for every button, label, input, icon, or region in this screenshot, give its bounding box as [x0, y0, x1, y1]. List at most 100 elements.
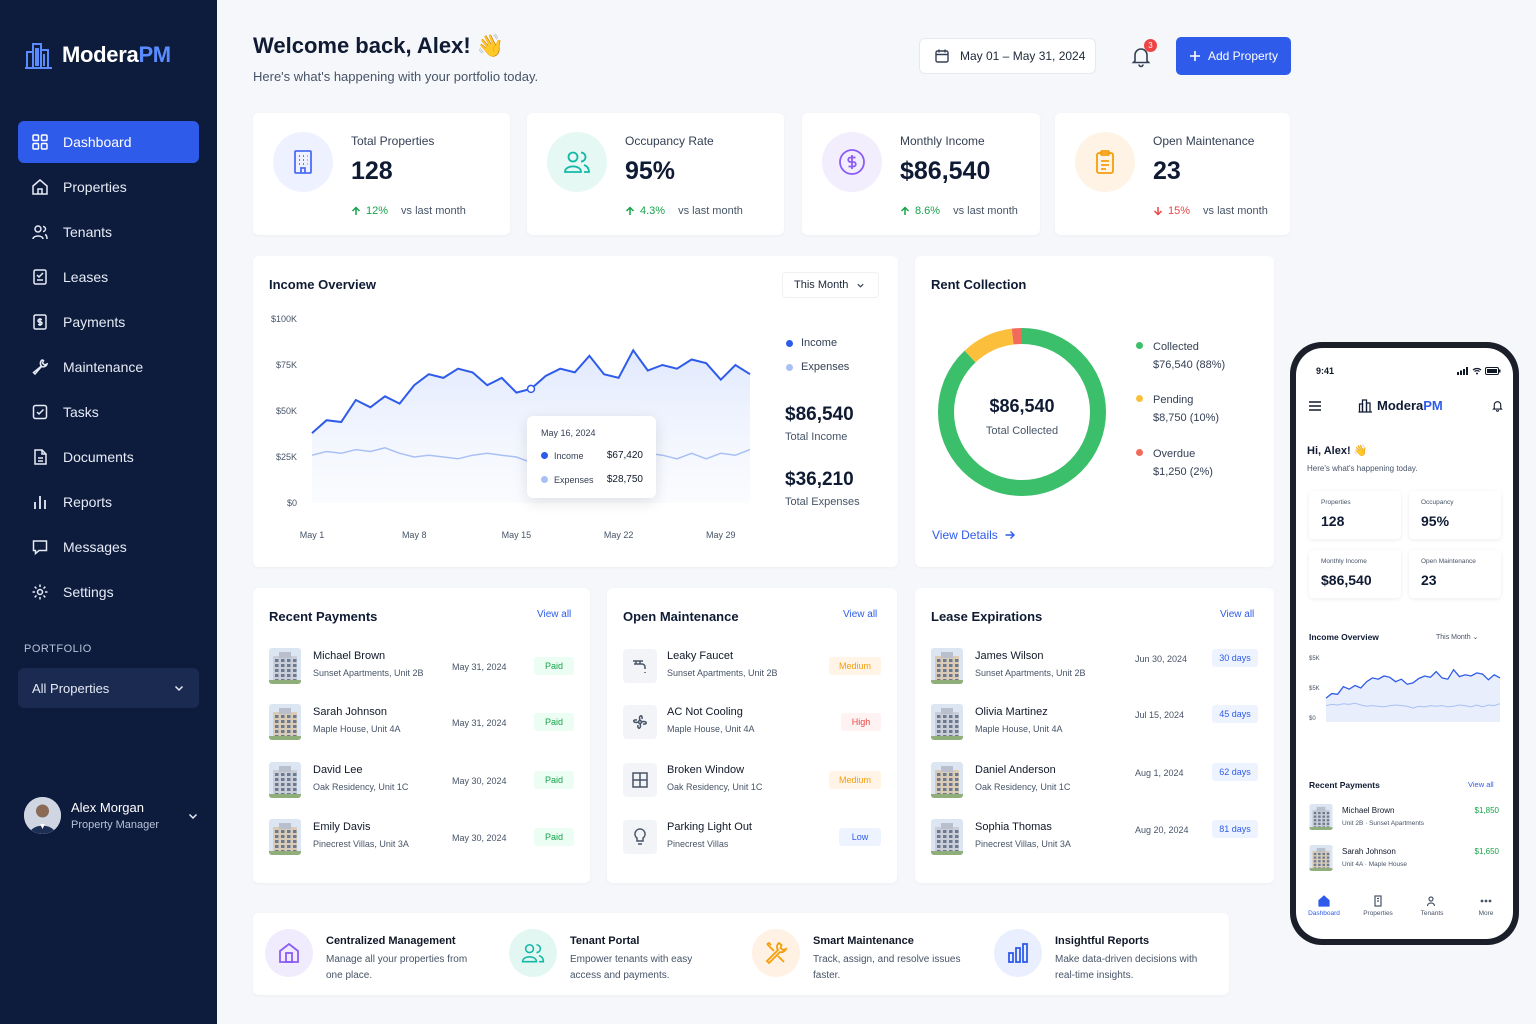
payment-row[interactable]: David Lee Oak Residency, Unit 1C May 30, 2… [269, 762, 574, 802]
stat-card-total-properties[interactable]: Total Properties 128 12% vs last month [253, 113, 510, 235]
priority-badge: High [841, 713, 881, 731]
stat-card-monthly-income[interactable]: Monthly Income $86,540 8.6% vs last mont… [802, 113, 1040, 235]
mobile-status-icons [1457, 367, 1501, 375]
view-details-link[interactable]: View Details [932, 528, 1016, 542]
payment-row[interactable]: Michael Brown Sunset Apartments, Unit 2B M… [269, 648, 574, 688]
payment-date: May 30, 2024 [452, 776, 507, 786]
lease-row[interactable]: Daniel Anderson Oak Residency, Unit 1C Aug… [931, 762, 1258, 802]
highlight-point[interactable] [526, 384, 536, 394]
mobile-stat-maintenance[interactable]: Open Maintenance 23 [1409, 550, 1501, 598]
mobile-tab-more[interactable]: More [1464, 895, 1508, 917]
sidebar-item-leases[interactable]: Leases [18, 256, 199, 298]
legend-dot [1136, 395, 1143, 402]
mobile-preview: 9:41 ModeraPM Hi, Alex! 👋 Here's what's … [1290, 342, 1519, 945]
payment-date: May 30, 2024 [452, 833, 507, 843]
building-logo-icon [25, 43, 52, 69]
sidebar-item-settings[interactable]: Settings [18, 571, 199, 613]
bell-icon[interactable] [1491, 399, 1504, 412]
date-range-picker[interactable]: May 01 – May 31, 2024 [919, 38, 1096, 74]
stat-trend: 4.3% vs last month [625, 205, 743, 217]
stat-vs-label: vs last month [678, 205, 743, 217]
lease-end-date: Jul 15, 2024 [1135, 710, 1185, 720]
feature-icon-bg [752, 929, 800, 977]
mobile-stat-properties[interactable]: Properties 128 [1309, 491, 1401, 539]
mobile-income-area [1326, 669, 1500, 722]
arrow-down-icon [1153, 207, 1163, 216]
sidebar-item-label: Maintenance [63, 359, 144, 375]
sidebar-item-tasks[interactable]: Tasks [18, 391, 199, 433]
portfolio-select[interactable]: All Properties [18, 668, 199, 708]
page-title: Welcome back, Alex! 👋 [253, 33, 505, 58]
mobile-period-select[interactable]: This Month ⌄ [1436, 633, 1478, 641]
property-thumbnail [269, 648, 301, 684]
mobile-payment-row[interactable]: Michael Brown Unit 2B · Sunset Apartments… [1309, 804, 1499, 832]
sidebar-item-messages[interactable]: Messages [18, 526, 199, 568]
stat-card-open-maintenance[interactable]: Open Maintenance 23 15% vs last month [1055, 113, 1290, 235]
user-profile[interactable]: Alex Morgan Property Manager [24, 797, 199, 834]
dollar-circle-icon [839, 149, 865, 175]
mobile-income-title: Income Overview [1309, 632, 1379, 642]
view-all-link[interactable]: View all [537, 609, 571, 620]
lease-row[interactable]: James Wilson Sunset Apartments, Unit 2B Ju… [931, 648, 1258, 688]
stat-label: Total Properties [351, 134, 435, 148]
maintenance-row[interactable]: Broken Window Oak Residency, Unit 1C Mediu… [623, 762, 881, 802]
lease-row[interactable]: Sophia Thomas Pinecrest Villas, Unit 3A Au… [931, 819, 1258, 859]
mobile-payment-row[interactable]: Sarah Johnson Unit 4A · Maple House $1,650 [1309, 845, 1499, 873]
fan-icon [633, 715, 647, 729]
mobile-stat-occupancy[interactable]: Occupancy 95% [1409, 491, 1501, 539]
view-all-link[interactable]: View all [1220, 609, 1254, 620]
sidebar-item-maintenance[interactable]: Maintenance [18, 346, 199, 388]
view-details-label: View Details [932, 528, 998, 542]
payment-row[interactable]: Emily Davis Pinecrest Villas, Unit 3A May … [269, 819, 574, 859]
payment-row[interactable]: Sarah Johnson Maple House, Unit 4A May 31,… [269, 704, 574, 744]
income-chart: $100K $75K $50K $25K $0 May 1 May 8 May 15 May 2… [271, 314, 751, 540]
add-property-button[interactable]: Add Property [1176, 37, 1291, 75]
signal-icon [1457, 367, 1468, 375]
property-thumbnail [1309, 804, 1333, 830]
mobile-tab-dashboard[interactable]: Dashboard [1302, 895, 1346, 917]
total-expenses-label: Total Expenses [785, 496, 860, 508]
stat-trend: 8.6% vs last month [900, 205, 1018, 217]
mobile-stat-value: 23 [1421, 572, 1437, 588]
mobile-view-all-link[interactable]: View all [1468, 780, 1494, 789]
tools-icon [765, 941, 788, 965]
stat-card-occupancy-rate[interactable]: Occupancy Rate 95% 4.3% vs last month [527, 113, 784, 235]
building-icon [294, 150, 312, 174]
tooltip-income-row: Income $67,420 [541, 450, 643, 461]
property-thumbnail [1309, 845, 1333, 871]
mobile-tab-label: Tenants [1420, 910, 1444, 917]
mobile-y-tick: $5K [1309, 656, 1320, 662]
feature-desc: Make data-driven decisions with real-tim… [1055, 954, 1198, 981]
sidebar-item-label: Leases [63, 269, 109, 285]
sidebar-item-properties[interactable]: Properties [18, 166, 199, 208]
sidebar-item-tenants[interactable]: Tenants [18, 211, 199, 253]
sidebar-item-documents[interactable]: Documents [18, 436, 199, 478]
period-value: This Month [794, 279, 849, 291]
sidebar: ModeraPM Dashboard Properties Tenants Le… [0, 0, 217, 1024]
view-all-link[interactable]: View all [843, 609, 877, 620]
donut-center: $86,540 Total Collected [937, 396, 1107, 437]
mobile-stat-income[interactable]: Monthly Income $86,540 [1309, 550, 1401, 598]
mobile-tab-properties[interactable]: Properties [1356, 895, 1400, 917]
maintenance-location: Pinecrest Villas [667, 839, 729, 849]
sidebar-item-label: Properties [63, 179, 127, 195]
sidebar-item-payments[interactable]: Payments [18, 301, 199, 343]
sidebar-item-dashboard[interactable]: Dashboard [18, 121, 199, 163]
maintenance-row[interactable]: Parking Light Out Pinecrest Villas Low [623, 819, 881, 859]
property-thumbnail [931, 648, 963, 684]
mobile-tab-tenants[interactable]: Tenants [1410, 895, 1454, 917]
brand-logo[interactable]: ModeraPM [24, 40, 171, 70]
period-select[interactable]: This Month [782, 272, 879, 298]
user-name: Alex Morgan [71, 800, 144, 815]
sidebar-item-reports[interactable]: Reports [18, 481, 199, 523]
rc-legend-collected: Collected $76,540 (88%) [1136, 338, 1225, 374]
lease-row[interactable]: Olivia Martinez Maple House, Unit 4A Jul 1… [931, 704, 1258, 744]
feature-desc: Manage all your properties from one plac… [326, 954, 468, 981]
menu-icon[interactable] [1308, 400, 1322, 412]
stat-value: 23 [1153, 157, 1181, 185]
thumb-wrap [931, 762, 963, 798]
maintenance-row[interactable]: AC Not Cooling Maple House, Unit 4A High [623, 704, 881, 744]
checkbox-icon [32, 404, 48, 420]
rc-label: Collected [1153, 341, 1199, 353]
maintenance-row[interactable]: Leaky Faucet Sunset Apartments, Unit 2B Me… [623, 648, 881, 688]
